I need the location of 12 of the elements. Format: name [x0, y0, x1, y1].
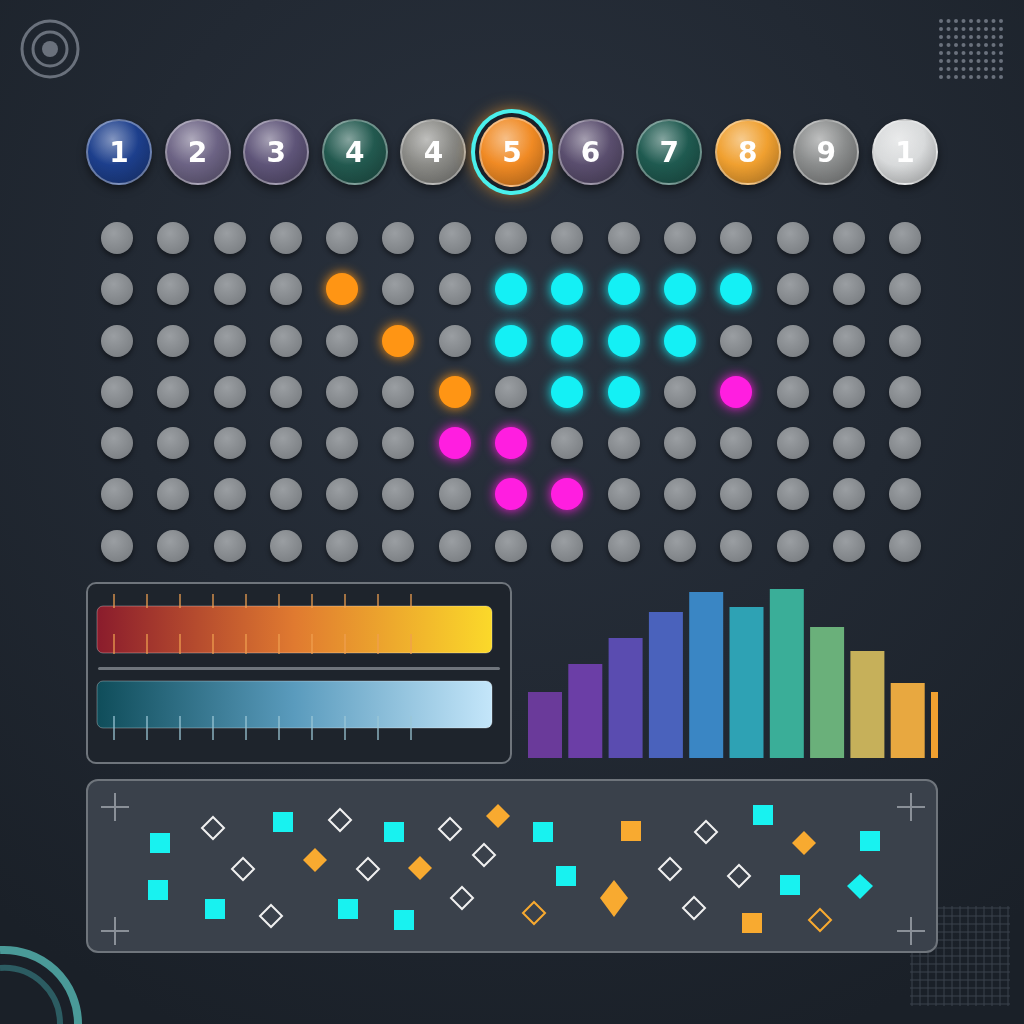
- number-ball[interactable]: 2: [164, 119, 231, 185]
- bar: [528, 691, 562, 758]
- number-ball[interactable]: 7: [636, 119, 703, 185]
- number-ball[interactable]: 6: [557, 119, 624, 185]
- number-ball[interactable]: 4: [321, 119, 388, 185]
- dot-pattern-drawing: [938, 18, 1004, 80]
- target-icon: [18, 17, 82, 81]
- number-ball[interactable]: 9: [793, 119, 860, 185]
- number-ball[interactable]: 1: [86, 119, 152, 185]
- number-ball[interactable]: 3: [243, 119, 310, 185]
- number-ball[interactable]: 4: [400, 119, 467, 185]
- bar: [931, 691, 938, 758]
